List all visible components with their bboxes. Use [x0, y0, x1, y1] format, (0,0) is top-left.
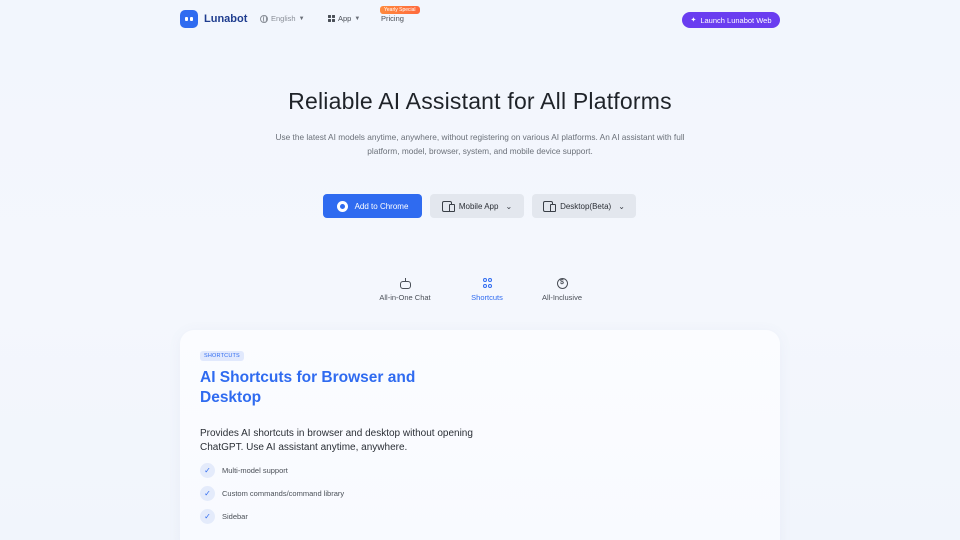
feature-item: ✓ Multi-model support [200, 463, 288, 478]
card-title: AI Shortcuts for Browser and Desktop [200, 369, 416, 406]
devices-icon [543, 200, 557, 212]
launch-web-label: Launch Lunabot Web [700, 15, 772, 25]
brand-name: Lunabot [204, 13, 248, 25]
tab-label: Shortcuts [471, 293, 503, 302]
tab-all-inclusive[interactable]: $ All-Inclusive [522, 278, 602, 302]
launch-web-button[interactable]: ✦ Launch Lunabot Web [682, 12, 780, 28]
check-icon: ✓ [200, 463, 215, 478]
add-to-chrome-label: Add to Chrome [354, 201, 409, 211]
tab-shortcuts[interactable]: Shortcuts [447, 278, 527, 302]
desktop-beta-label: Desktop(Beta) [560, 201, 612, 211]
grid-icon [328, 15, 335, 22]
language-selector[interactable]: English ▼ [260, 14, 305, 23]
devices-icon [441, 200, 455, 212]
chevron-down-icon: ⌄ [505, 201, 513, 211]
globe-icon [260, 14, 268, 23]
brand-logo[interactable]: Lunabot [180, 10, 247, 28]
mobile-app-button[interactable]: Mobile App ⌄ [430, 194, 524, 218]
section-tag: SHORTCUTS [200, 351, 244, 361]
feature-item: ✓ Custom commands/command library [200, 486, 344, 501]
dollar-coin-icon: $ [556, 278, 568, 289]
check-icon: ✓ [200, 486, 215, 501]
card-description: Provides AI shortcuts in browser and des… [200, 428, 473, 453]
chevron-down-icon: ⌄ [618, 201, 625, 211]
top-nav: Lunabot English ▼ App ▼ Yearly Special P… [0, 0, 960, 40]
tab-label: All-in-One Chat [379, 293, 431, 302]
hero-title: Reliable AI Assistant for All Platforms [288, 88, 672, 114]
lunabot-logo-icon [180, 10, 198, 28]
check-icon: ✓ [200, 509, 215, 524]
chrome-icon [336, 200, 348, 212]
promo-badge: Yearly Special [380, 6, 420, 14]
feature-card: SHORTCUTS AI Shortcuts for Browser and D… [180, 330, 780, 540]
app-menu-label: App [338, 14, 352, 23]
feature-label: Multi-model support [222, 466, 288, 475]
tab-label: All-Inclusive [541, 293, 582, 302]
feature-label: Custom commands/command library [222, 489, 345, 498]
mobile-app-label: Mobile App [458, 201, 499, 211]
pricing-link[interactable]: Pricing [381, 14, 404, 23]
chevron-down-icon: ▼ [298, 15, 305, 22]
add-to-chrome-button[interactable]: Add to Chrome [323, 194, 422, 218]
hero-subtitle: Use the latest AI models anytime, anywhe… [275, 132, 685, 156]
desktop-beta-button[interactable]: Desktop(Beta) ⌄ [532, 194, 636, 218]
robot-icon [399, 278, 411, 289]
feature-item: ✓ Sidebar [200, 509, 248, 524]
sparkle-icon: ✦ [690, 17, 697, 24]
language-label: English [271, 14, 296, 23]
clover-icon [482, 278, 492, 289]
feature-label: Sidebar [222, 512, 248, 521]
app-menu[interactable]: App ▼ [328, 14, 360, 23]
chevron-down-icon: ▼ [354, 15, 361, 22]
tab-all-in-one-chat[interactable]: All-in-One Chat [365, 278, 445, 302]
